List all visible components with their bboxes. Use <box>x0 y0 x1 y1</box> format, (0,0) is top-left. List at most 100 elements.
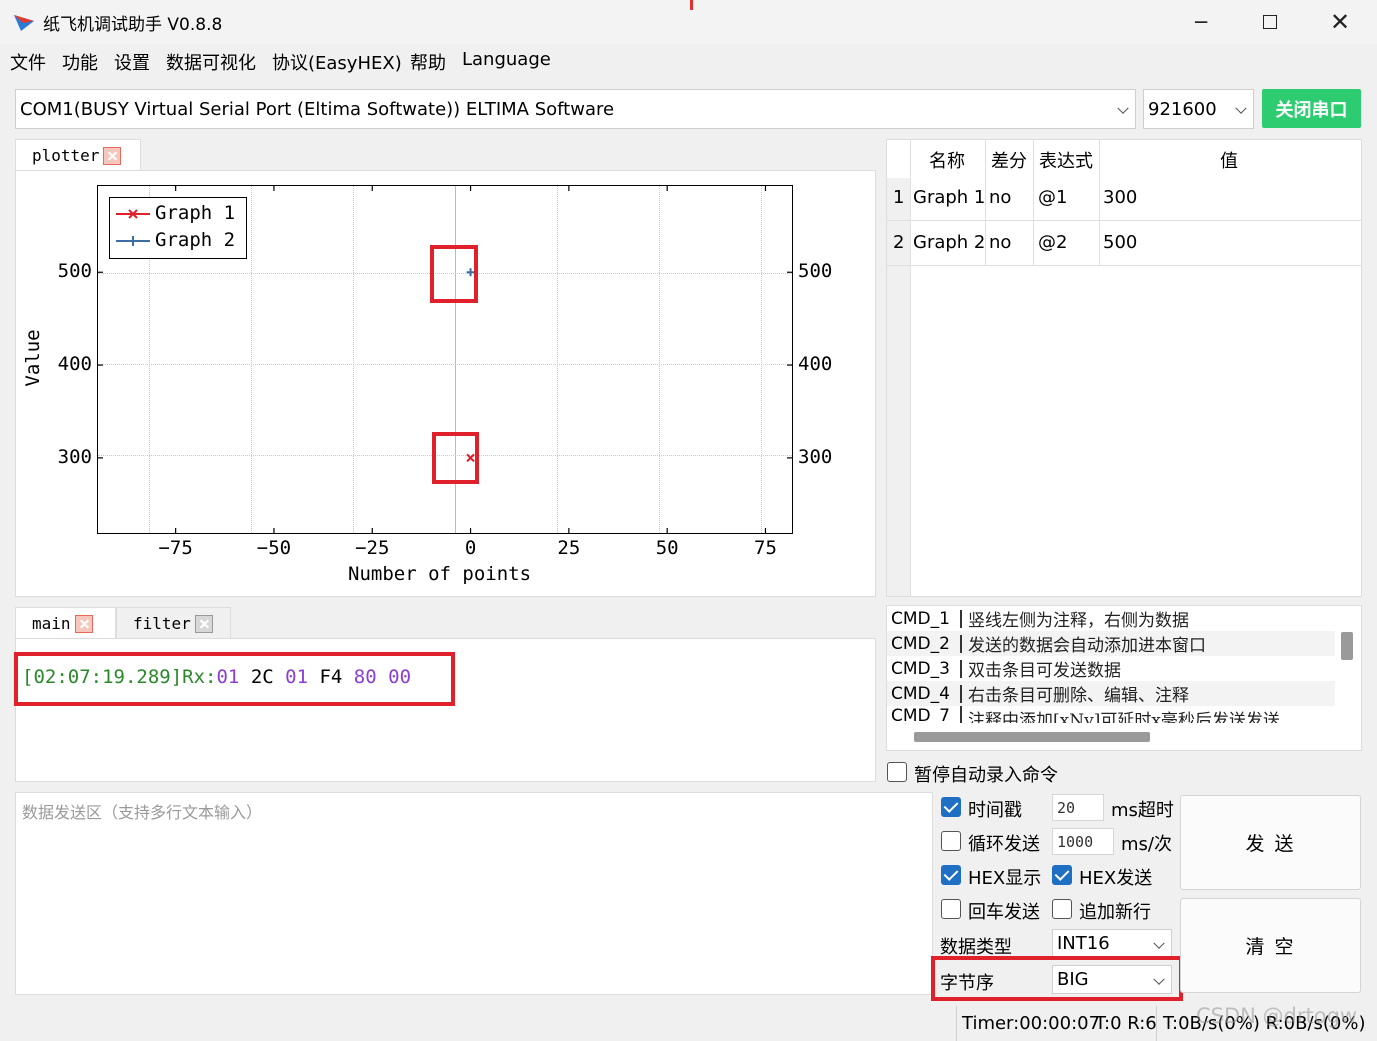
legend-graph1-swatch <box>116 209 150 219</box>
x-tick-label: 50 <box>655 537 679 559</box>
close-tab-icon[interactable] <box>103 146 122 165</box>
chevron-down-icon <box>1235 102 1247 114</box>
enter-send-checkbox[interactable] <box>941 899 961 919</box>
table-cell-value[interactable]: 300 <box>1103 187 1137 208</box>
timeout-input[interactable]: 20 <box>1052 794 1104 821</box>
baud-select[interactable]: 921600 <box>1143 89 1254 129</box>
tab-plotter-label: plotter <box>32 146 100 165</box>
command-separator <box>960 609 968 628</box>
command-item[interactable]: CMD_7 注释中添加[xNy]可延时x毫秒后发送发送 <box>888 706 1334 723</box>
column-header-expression[interactable]: 表达式 <box>1039 147 1093 173</box>
table-cell-name[interactable]: Graph 2 <box>913 232 985 253</box>
send-input[interactable]: 数据发送区（支持多行文本输入） <box>15 792 933 995</box>
grid-line <box>353 186 354 533</box>
hex-send-label: HEX发送 <box>1079 868 1153 889</box>
column-divider <box>910 140 911 596</box>
timestamp-label: 时间戳 <box>968 800 1022 821</box>
highlight-box <box>14 652 455 706</box>
y-tick-label-right: 500 <box>798 260 833 283</box>
command-item[interactable]: CMD_3 双击条目可发送数据 <box>888 656 1334 682</box>
column-header-name[interactable]: 名称 <box>929 147 965 173</box>
status-divider <box>1156 1006 1157 1041</box>
command-name: CMD_2 <box>891 633 950 654</box>
enter-send-label: 回车发送 <box>968 902 1040 923</box>
menu-protocol[interactable]: 协议(EasyHEX) <box>272 49 402 75</box>
close-port-button[interactable]: 关闭串口 <box>1262 89 1361 128</box>
command-desc: 竖线左侧为注释，右侧为数据 <box>968 611 1189 631</box>
command-name: CMD_1 <box>891 608 950 629</box>
table-cell-diff[interactable]: no <box>989 232 1011 253</box>
loop-send-checkbox[interactable] <box>941 831 961 851</box>
table-cell-expression[interactable]: @1 <box>1038 187 1067 208</box>
x-tick-label: −50 <box>256 537 292 559</box>
command-name: CMD_4 <box>891 683 950 704</box>
grid-line <box>761 186 762 533</box>
vertical-scrollbar[interactable] <box>1341 632 1353 660</box>
horizontal-scrollbar[interactable] <box>914 732 1150 742</box>
append-newline-checkbox[interactable] <box>1052 899 1072 919</box>
command-separator <box>960 634 968 653</box>
clear-button[interactable]: 清 空 <box>1180 898 1361 993</box>
command-item[interactable]: CMD_1 竖线左侧为注释，右侧为数据 <box>888 606 1334 632</box>
chevron-down-icon <box>1117 102 1129 114</box>
watermark: CSDN @drtogw <box>1196 1004 1358 1028</box>
y-tick-label: 400 <box>57 353 92 376</box>
column-divider <box>1033 140 1034 266</box>
table-cell-name[interactable]: Graph 1 <box>913 187 985 208</box>
title-accent-mark <box>690 0 693 10</box>
row-divider <box>887 220 1361 221</box>
data-type-select[interactable]: INT16 <box>1052 929 1172 958</box>
table-cell-value[interactable]: 500 <box>1103 232 1137 253</box>
x-tick-label: −75 <box>158 537 193 559</box>
command-desc: 右击条目可删除、编辑、注释 <box>968 686 1189 706</box>
tab-plotter[interactable]: plotter <box>15 139 141 171</box>
timestamp-checkbox[interactable] <box>941 797 961 817</box>
command-separator <box>960 706 968 723</box>
column-header-diff[interactable]: 差分 <box>991 147 1027 173</box>
tab-filter[interactable]: filter <box>116 607 231 639</box>
hex-display-checkbox[interactable] <box>941 865 961 885</box>
minimize-button[interactable]: ─ <box>1166 0 1236 44</box>
pause-auto-record-checkbox[interactable] <box>887 762 907 782</box>
command-item[interactable]: CMD_2 发送的数据会自动添加进本窗口 <box>888 631 1334 657</box>
column-divider <box>1099 140 1100 266</box>
command-desc: 发送的数据会自动添加进本窗口 <box>968 636 1206 656</box>
menu-help[interactable]: 帮助 <box>410 49 446 75</box>
close-tab-icon[interactable] <box>194 614 213 633</box>
menu-file[interactable]: 文件 <box>10 49 46 75</box>
y-tick-label: 500 <box>57 260 92 283</box>
legend-graph2-label: Graph 2 <box>155 229 236 251</box>
close-window-button[interactable]: ✕ <box>1305 0 1375 44</box>
port-select[interactable]: COM1(BUSY Virtual Serial Port (Eltima So… <box>15 89 1136 129</box>
menu-function[interactable]: 功能 <box>62 49 98 75</box>
y-tick-label-right: 400 <box>798 353 833 376</box>
y-tick-label: 300 <box>57 445 92 468</box>
timeout-unit: ms超时 <box>1111 800 1174 821</box>
maximize-button[interactable] <box>1235 0 1305 44</box>
column-header-value[interactable]: 值 <box>1220 147 1238 173</box>
command-item[interactable]: CMD_4 右击条目可删除、编辑、注释 <box>888 681 1334 707</box>
status-divider <box>956 1006 957 1041</box>
row-index: 1 <box>893 187 905 208</box>
menu-language[interactable]: Language <box>462 49 551 70</box>
paper-plane-icon <box>14 15 34 31</box>
x-tick-label: 25 <box>557 537 581 559</box>
data-type-value: INT16 <box>1057 933 1110 954</box>
pause-auto-record-label: 暂停自动录入命令 <box>914 765 1058 786</box>
baud-select-value: 921600 <box>1148 98 1217 120</box>
tab-main-label: main <box>32 614 71 633</box>
y-tick-label-right: 300 <box>798 445 833 468</box>
menu-visualization[interactable]: 数据可视化 <box>166 49 256 75</box>
menu-settings[interactable]: 设置 <box>114 49 150 75</box>
loop-interval-input[interactable]: 1000 <box>1052 828 1114 855</box>
hex-send-checkbox[interactable] <box>1052 865 1072 885</box>
command-desc: 双击条目可发送数据 <box>968 661 1121 681</box>
row-index: 2 <box>893 232 905 253</box>
tab-main[interactable]: main <box>15 607 116 639</box>
legend-graph1-label: Graph 1 <box>155 202 236 224</box>
table-cell-expression[interactable]: @2 <box>1038 232 1067 253</box>
close-tab-icon[interactable] <box>74 614 93 633</box>
loop-send-label: 循环发送 <box>968 834 1040 855</box>
table-cell-diff[interactable]: no <box>989 187 1011 208</box>
send-button[interactable]: 发 送 <box>1180 795 1361 890</box>
